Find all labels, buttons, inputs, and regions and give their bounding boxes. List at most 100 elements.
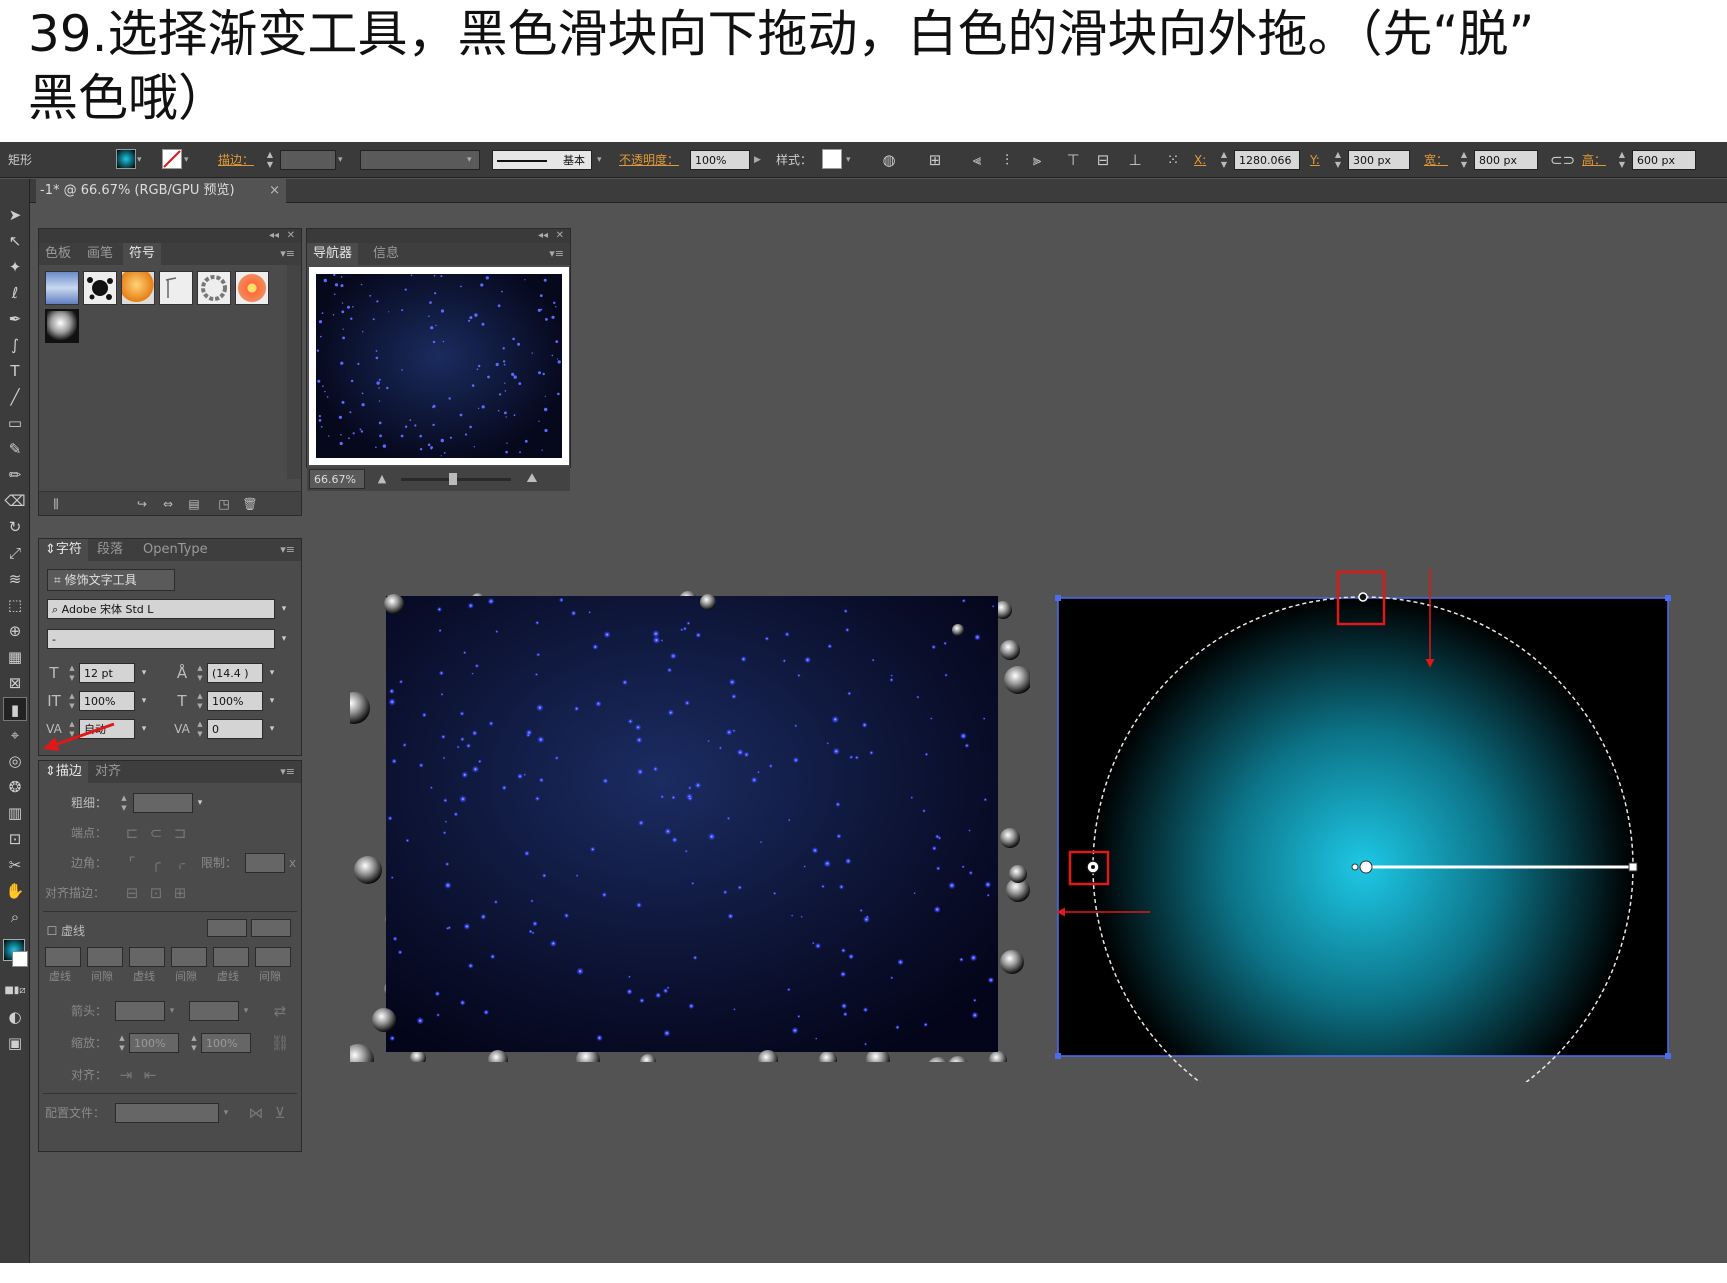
selection-handle[interactable]: [1665, 1053, 1671, 1059]
artboard-tool-icon[interactable]: ⊡: [3, 827, 27, 851]
trash-icon[interactable]: 🗑: [239, 494, 261, 514]
round-join-icon[interactable]: ╭: [145, 853, 167, 873]
stroke-weight-dropdown[interactable]: ▾: [338, 150, 343, 170]
font-size-spinner[interactable]: ▲ ▼: [67, 663, 77, 683]
font-size-field[interactable]: 12 pt: [79, 663, 135, 683]
symbol-options-icon[interactable]: ▤: [183, 494, 205, 514]
round-cap-icon[interactable]: ⊂: [145, 823, 167, 843]
horizontal-scale-field[interactable]: 100%: [207, 691, 263, 711]
end-arrowhead-field[interactable]: [189, 1001, 239, 1021]
bevel-join-icon[interactable]: ⌌: [169, 853, 191, 873]
lasso-tool-icon[interactable]: ℓ: [3, 281, 27, 305]
end-scale-spinner[interactable]: ▲ ▼: [189, 1033, 199, 1053]
start-arrowhead-field[interactable]: [115, 1001, 165, 1021]
miter-join-icon[interactable]: ⌜: [121, 853, 143, 873]
align-left-icon[interactable]: ⫷: [966, 149, 988, 171]
close-icon[interactable]: ✕: [287, 229, 295, 243]
tab-stroke[interactable]: ⇕描边: [39, 761, 88, 783]
tracking-dropdown[interactable]: ▾: [265, 719, 279, 739]
draw-mode-icon[interactable]: ◐: [3, 1005, 27, 1029]
warp-tool-icon[interactable]: ≋: [3, 567, 27, 591]
leading-dropdown[interactable]: ▾: [265, 663, 279, 683]
font-family-dropdown[interactable]: ▾: [277, 599, 291, 619]
vertical-scale-dropdown[interactable]: ▾: [137, 691, 151, 711]
graphic-style-swatch[interactable]: [822, 149, 842, 169]
width-spinner[interactable]: ▲ ▼: [1458, 150, 1470, 170]
collapse-icon[interactable]: ◂◂: [538, 229, 548, 243]
symbol-ring[interactable]: [197, 271, 231, 305]
gradient-artwork[interactable]: [1040, 562, 1727, 1082]
symbol-blue-banner[interactable]: [45, 271, 79, 305]
graphic-style-dropdown[interactable]: ▾: [846, 150, 851, 170]
weight-field[interactable]: [133, 793, 193, 813]
dash-preserve-button[interactable]: [207, 919, 247, 937]
close-icon[interactable]: ✕: [556, 229, 564, 243]
gradient-tool-icon[interactable]: ▮: [3, 697, 27, 721]
align-middle-icon[interactable]: ⊟: [1092, 149, 1114, 171]
align-outside-stroke-icon[interactable]: ⊞: [169, 883, 191, 903]
type-tool-icon[interactable]: T: [3, 359, 27, 383]
align-center-stroke-icon[interactable]: ⊟: [121, 883, 143, 903]
tab-info[interactable]: 信息: [367, 243, 405, 265]
stroke-weight-field[interactable]: [280, 150, 336, 170]
brush-style-field[interactable]: 基本: [492, 150, 592, 170]
horizontal-scale-spinner[interactable]: ▲ ▼: [195, 691, 205, 711]
transform-grid-icon[interactable]: ⊞: [924, 149, 946, 171]
tab-navigator[interactable]: 导航器: [307, 243, 359, 265]
start-scale-field[interactable]: 100%: [129, 1033, 179, 1053]
selection-tool-icon[interactable]: ➤: [3, 203, 27, 227]
butt-cap-icon[interactable]: ⊏: [121, 823, 143, 843]
start-scale-spinner[interactable]: ▲ ▼: [117, 1033, 127, 1053]
font-family-field[interactable]: ⌕ Adobe 宋体 Std L: [47, 599, 275, 619]
touch-type-button[interactable]: ⌗ 修饰文字工具: [47, 569, 175, 591]
gap-field-1[interactable]: [87, 947, 123, 967]
height-spinner[interactable]: ▲ ▼: [1616, 150, 1628, 170]
end-arrowhead-dropdown[interactable]: ▾: [239, 1001, 253, 1021]
mesh-tool-icon[interactable]: ⊠: [3, 671, 27, 695]
brush-style-dropdown[interactable]: ▾: [597, 150, 602, 170]
place-symbol-icon[interactable]: ↪: [131, 494, 153, 514]
tab-swatches[interactable]: 色板: [39, 243, 77, 265]
gradient-rectangle[interactable]: [1058, 598, 1668, 1056]
flip-horizontal-icon[interactable]: ⋈: [245, 1103, 267, 1123]
start-arrowhead-dropdown[interactable]: ▾: [165, 1001, 179, 1021]
perspective-grid-tool-icon[interactable]: ▦: [3, 645, 27, 669]
limit-field[interactable]: [245, 853, 285, 873]
slice-tool-icon[interactable]: ✂: [3, 853, 27, 877]
y-field[interactable]: 300 px: [1348, 150, 1410, 170]
height-field[interactable]: 600 px: [1632, 150, 1696, 170]
gradient-origin-stop[interactable]: [1359, 860, 1373, 874]
square-cap-icon[interactable]: ⊐: [169, 823, 191, 843]
scale-tool-icon[interactable]: ⤢: [3, 541, 27, 565]
line-tool-icon[interactable]: ╱: [3, 385, 27, 409]
x-field[interactable]: 1280.066: [1234, 150, 1300, 170]
arrow-tip-extend-icon[interactable]: ⇥: [115, 1065, 137, 1085]
tab-character[interactable]: ⇕字符: [39, 539, 88, 561]
stroke-swatch[interactable]: [162, 149, 182, 169]
stroke-dropdown-icon[interactable]: ▾: [184, 150, 189, 170]
selection-handle[interactable]: [1665, 595, 1671, 601]
symbol-sketch[interactable]: [159, 271, 193, 305]
panel-menu-icon[interactable]: ▾≡: [549, 243, 564, 265]
zoom-slider-handle[interactable]: [449, 473, 457, 485]
starfield-artwork[interactable]: [350, 582, 1030, 1062]
zoom-tool-icon[interactable]: ⌕: [3, 905, 27, 929]
zoom-in-icon[interactable]: ⛰: [521, 469, 543, 489]
weight-spinner[interactable]: ▲ ▼: [119, 793, 129, 813]
link-scale-icon[interactable]: ⛓: [269, 1033, 291, 1053]
arrow-tip-place-icon[interactable]: ⇤: [139, 1065, 161, 1085]
new-symbol-icon[interactable]: ◳: [213, 494, 235, 514]
blend-tool-icon[interactable]: ◎: [3, 749, 27, 773]
stroke-label[interactable]: 描边：: [218, 150, 254, 170]
symbols-scrollbar[interactable]: [287, 265, 301, 479]
font-size-dropdown[interactable]: ▾: [137, 663, 151, 683]
reference-point-icon[interactable]: ⁙: [1162, 149, 1184, 171]
gradient-center-handle[interactable]: [1351, 863, 1359, 871]
color-mode-icon[interactable]: ■▮⧄: [3, 979, 27, 1003]
tab-paragraph[interactable]: 段落: [91, 539, 129, 561]
eyedropper-tool-icon[interactable]: ⌖: [3, 723, 27, 747]
tab-align[interactable]: 对齐: [89, 761, 127, 783]
gradient-end-handle[interactable]: [1628, 862, 1638, 872]
stroke-color-icon[interactable]: [12, 951, 28, 967]
recolor-icon[interactable]: ◍: [878, 149, 900, 171]
